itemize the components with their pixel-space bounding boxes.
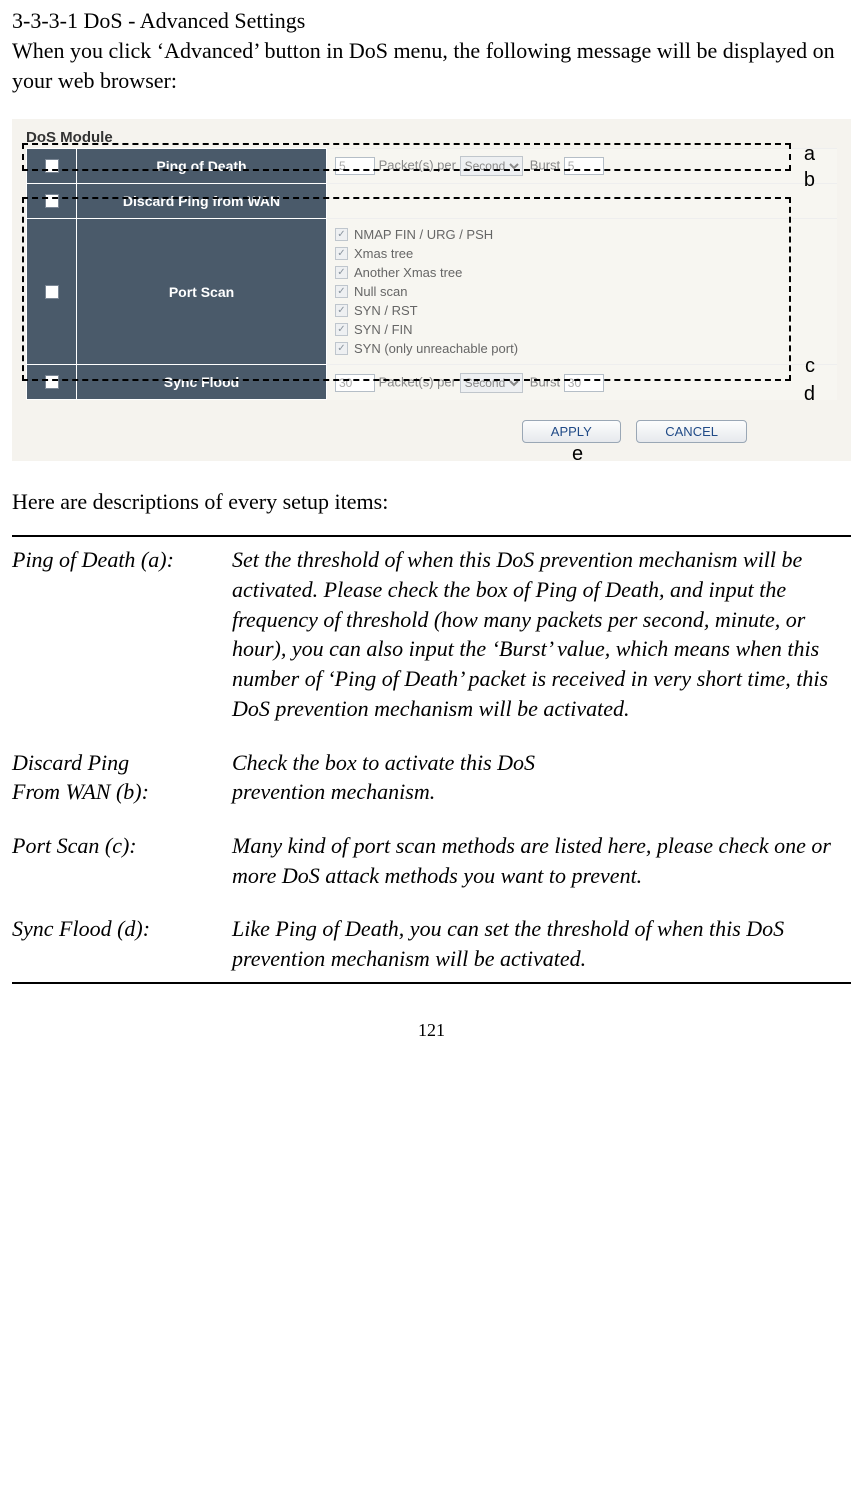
row-ping-of-death: Ping of Death Packet(s) per Second Burst <box>27 149 838 184</box>
list-item: ✓ SYN / RST <box>335 301 829 320</box>
scan-item-label: SYN / FIN <box>354 322 413 337</box>
ping-packets-input[interactable] <box>335 157 375 175</box>
sync-unit-select[interactable]: Second <box>460 373 523 393</box>
ping-packets-per-label: Packet(s) per <box>379 158 456 173</box>
port-scan-label: Port Scan <box>77 219 327 365</box>
callout-letter-a: a <box>804 143 815 166</box>
sync-flood-controls: Packet(s) per Second Burst <box>327 365 838 400</box>
section-intro: When you click ‘Advanced’ button in DoS … <box>12 36 851 95</box>
sync-burst-input[interactable] <box>564 374 604 392</box>
list-item: ✓ Another Xmas tree <box>335 263 829 282</box>
scan-item-checkbox[interactable]: ✓ <box>335 285 348 298</box>
dos-table: Ping of Death Packet(s) per Second Burst… <box>26 148 837 400</box>
desc-key: Discard PingFrom WAN (b): <box>12 748 232 831</box>
scan-item-checkbox[interactable]: ✓ <box>335 266 348 279</box>
list-item: ✓ SYN / FIN <box>335 320 829 339</box>
ping-of-death-controls: Packet(s) per Second Burst <box>327 149 838 184</box>
desc-key: Ping of Death (a): <box>12 545 232 747</box>
sync-flood-label: Sync Flood <box>77 365 327 400</box>
sync-flood-checkbox[interactable] <box>45 375 59 389</box>
row-discard-ping: Discard Ping from WAN <box>27 184 838 219</box>
module-title: DoS Module <box>26 129 837 146</box>
table-row: Port Scan (c): Many kind of port scan me… <box>12 831 851 914</box>
port-scan-controls: ✓ NMAP FIN / URG / PSH ✓ Xmas tree ✓ Anothe… <box>327 219 838 365</box>
sync-burst-label: Burst <box>530 374 560 389</box>
ping-of-death-checkbox[interactable] <box>45 159 59 173</box>
ping-unit-select[interactable]: Second <box>460 156 523 176</box>
scan-item-checkbox[interactable]: ✓ <box>335 247 348 260</box>
discard-ping-label: Discard Ping from WAN <box>77 184 327 219</box>
list-item: ✓ Xmas tree <box>335 244 829 263</box>
descriptions-intro: Here are descriptions of every setup ite… <box>12 489 851 515</box>
table-row: Ping of Death (a): Set the threshold of … <box>12 545 851 747</box>
discard-ping-controls <box>327 184 838 219</box>
desc-val: Set the threshold of when this DoS preve… <box>232 545 851 747</box>
scan-item-label: SYN (only unreachable port) <box>354 341 518 356</box>
section-heading: 3-3-3-1 DoS - Advanced Settings <box>12 8 851 34</box>
desc-key: Port Scan (c): <box>12 831 232 914</box>
page-number: 121 <box>12 1020 851 1041</box>
scan-item-checkbox[interactable]: ✓ <box>335 342 348 355</box>
scan-item-checkbox[interactable]: ✓ <box>335 304 348 317</box>
ping-burst-input[interactable] <box>564 157 604 175</box>
desc-key: Sync Flood (d): <box>12 914 232 973</box>
scan-item-checkbox[interactable]: ✓ <box>335 323 348 336</box>
list-item: ✓ NMAP FIN / URG / PSH <box>335 225 829 244</box>
cancel-button[interactable]: CANCEL <box>636 420 747 443</box>
sync-packets-input[interactable] <box>335 374 375 392</box>
descriptions-table: Ping of Death (a): Set the threshold of … <box>12 545 851 973</box>
dos-module-panel: DoS Module Ping of Death Packet(s) per S… <box>12 119 851 461</box>
desc-val: Many kind of port scan methods are liste… <box>232 831 851 914</box>
row-port-scan: Port Scan ✓ NMAP FIN / URG / PSH ✓ Xmas tr… <box>27 219 838 365</box>
port-scan-list: ✓ NMAP FIN / URG / PSH ✓ Xmas tree ✓ Anothe… <box>335 223 829 360</box>
scan-item-label: Null scan <box>354 284 407 299</box>
scan-item-label: NMAP FIN / URG / PSH <box>354 227 493 242</box>
list-item: ✓ Null scan <box>335 282 829 301</box>
callout-letter-e: e <box>572 443 583 466</box>
callout-letter-d: d <box>804 383 815 406</box>
port-scan-checkbox[interactable] <box>45 285 59 299</box>
scan-item-label: Xmas tree <box>354 246 413 261</box>
ping-of-death-label: Ping of Death <box>77 149 327 184</box>
ping-burst-label: Burst <box>530 158 560 173</box>
desc-val: Like Ping of Death, you can set the thre… <box>232 914 851 973</box>
button-row: APPLY CANCEL <box>26 400 837 447</box>
apply-button[interactable]: APPLY <box>522 420 621 443</box>
row-sync-flood: Sync Flood Packet(s) per Second Burst <box>27 365 838 400</box>
divider-top <box>12 535 851 537</box>
callout-letter-b: b <box>804 169 815 192</box>
discard-ping-checkbox[interactable] <box>45 194 59 208</box>
table-row: Discard PingFrom WAN (b): Check the box … <box>12 748 851 831</box>
callout-letter-c: c <box>805 355 815 378</box>
scan-item-label: Another Xmas tree <box>354 265 462 280</box>
desc-val: Check the box to activate this DoSpreven… <box>232 748 851 831</box>
table-row: Sync Flood (d): Like Ping of Death, you … <box>12 914 851 973</box>
sync-packets-per-label: Packet(s) per <box>379 374 456 389</box>
divider-bottom <box>12 982 851 984</box>
scan-item-checkbox[interactable]: ✓ <box>335 228 348 241</box>
list-item: ✓ SYN (only unreachable port) <box>335 339 829 358</box>
scan-item-label: SYN / RST <box>354 303 418 318</box>
